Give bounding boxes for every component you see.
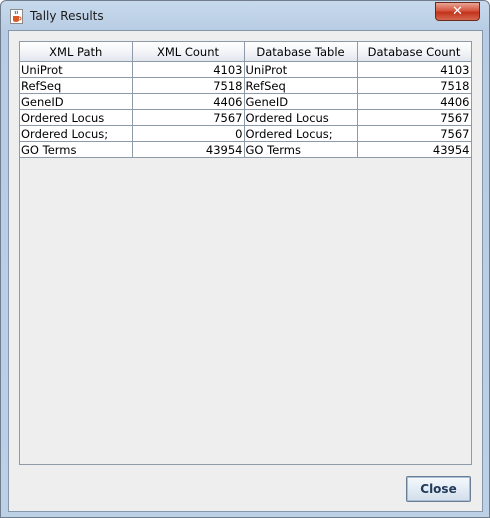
table-row[interactable]: UniProt 4103 UniProt 4103 [20, 61, 472, 78]
cell-xml-count[interactable]: 0 [131, 125, 245, 142]
table-row[interactable]: Ordered Locus 7567 Ordered Locus 7567 [20, 109, 472, 126]
table-row[interactable]: GeneID 4406 GeneID 4406 [20, 93, 472, 110]
cell-database-count[interactable]: 7518 [356, 77, 472, 94]
cell-xml-count[interactable]: 4406 [131, 93, 245, 110]
cell-database-table[interactable]: Ordered Locus; [243, 125, 358, 142]
window-title: Tally Results [30, 9, 104, 23]
cell-database-count[interactable]: 4406 [356, 93, 472, 110]
cell-xml-path[interactable]: UniProt [20, 61, 133, 78]
column-header-xml-path[interactable]: XML Path [20, 42, 133, 62]
results-table-scrollpane[interactable]: XML Path XML Count Database Table Databa… [19, 41, 472, 465]
window-close-button[interactable]: ✕ [435, 2, 480, 21]
cell-xml-path[interactable]: Ordered Locus [20, 109, 133, 126]
column-header-database-table[interactable]: Database Table [243, 42, 358, 62]
column-header-xml-count[interactable]: XML Count [131, 42, 245, 62]
table-header-row: XML Path XML Count Database Table Databa… [20, 42, 472, 62]
cell-database-table[interactable]: RefSeq [243, 77, 358, 94]
cell-database-table[interactable]: UniProt [243, 61, 358, 78]
cell-xml-path[interactable]: RefSeq [20, 77, 133, 94]
cell-database-table[interactable]: GO Terms [243, 141, 358, 158]
table-row[interactable]: RefSeq 7518 RefSeq 7518 [20, 77, 472, 94]
column-header-database-count[interactable]: Database Count [356, 42, 472, 62]
tally-results-window: Tally Results ✕ XML Path XML Count Datab… [0, 0, 490, 518]
cell-xml-count[interactable]: 7518 [131, 77, 245, 94]
cell-database-count[interactable]: 7567 [356, 125, 472, 142]
java-cup-icon [10, 9, 23, 24]
cell-xml-count[interactable]: 7567 [131, 109, 245, 126]
cell-database-count[interactable]: 43954 [356, 141, 472, 158]
table-row[interactable]: Ordered Locus; 0 Ordered Locus; 7567 [20, 125, 472, 142]
cell-xml-count[interactable]: 4103 [131, 61, 245, 78]
cell-xml-path[interactable]: GO Terms [20, 141, 133, 158]
table-row[interactable]: GO Terms 43954 GO Terms 43954 [20, 141, 472, 158]
cell-database-table[interactable]: Ordered Locus [243, 109, 358, 126]
cell-xml-path[interactable]: GeneID [20, 93, 133, 110]
title-bar[interactable]: Tally Results ✕ [1, 1, 489, 31]
cell-database-count[interactable]: 4103 [356, 61, 472, 78]
dialog-content: XML Path XML Count Database Table Databa… [8, 30, 483, 512]
cell-database-table[interactable]: GeneID [243, 93, 358, 110]
results-table: XML Path XML Count Database Table Databa… [20, 42, 472, 158]
cell-xml-count[interactable]: 43954 [131, 141, 245, 158]
close-button[interactable]: Close [406, 476, 471, 502]
close-icon: ✕ [452, 4, 463, 19]
cell-xml-path[interactable]: Ordered Locus; [20, 125, 133, 142]
cell-database-count[interactable]: 7567 [356, 109, 472, 126]
